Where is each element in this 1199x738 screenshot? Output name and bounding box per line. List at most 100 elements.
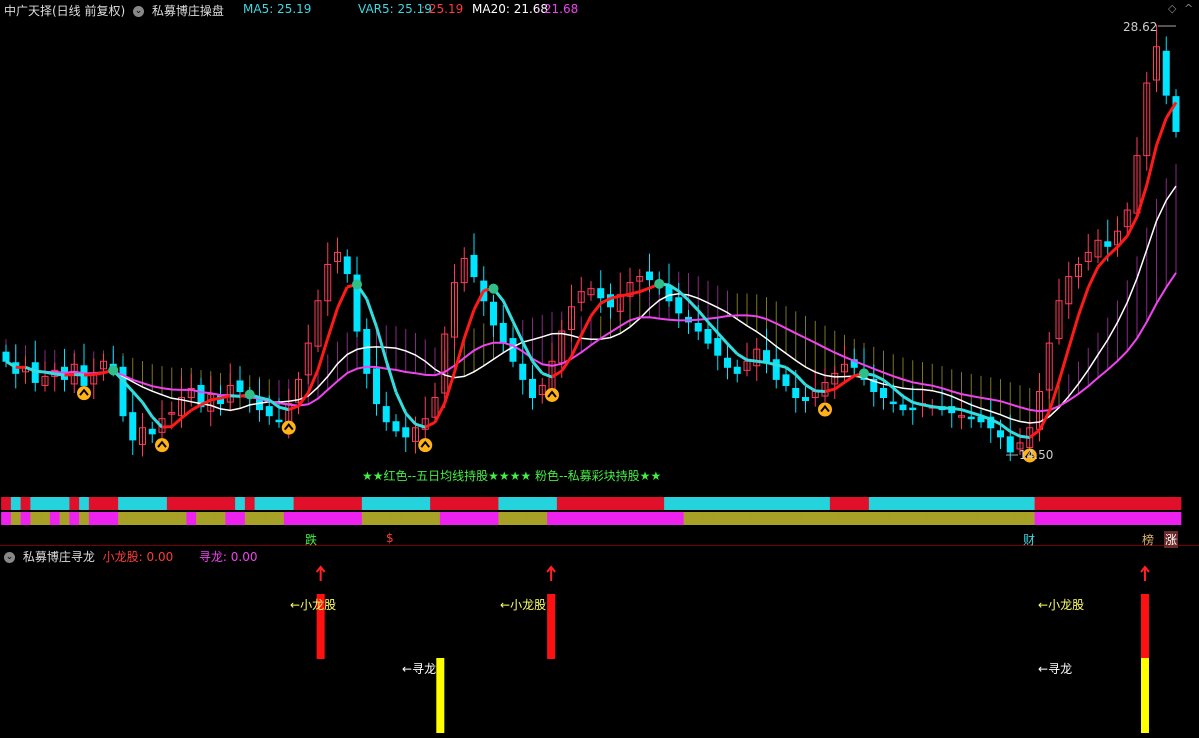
- trend-band-cell: [196, 497, 207, 510]
- ma5-line-segment: [629, 290, 641, 296]
- chevron-down-icon[interactable]: ⌄: [133, 6, 145, 17]
- xiaolong-tag-1: ←小龙股: [290, 598, 337, 612]
- ma5-line-segment: [1009, 430, 1021, 438]
- hold-band-cell: [859, 512, 870, 525]
- sub-indicator-name[interactable]: 私募博庄寻龙: [23, 550, 95, 564]
- buy-signal-icon: [418, 438, 433, 453]
- buy-signal-circle: [418, 438, 433, 453]
- hold-band-cell: [1015, 512, 1026, 525]
- hold-band-cell: [127, 512, 139, 525]
- trend-band-cell: [985, 497, 997, 510]
- trend-band-cell: [888, 497, 899, 510]
- ma5-line-segment: [736, 352, 748, 362]
- hold-band-cell: [712, 512, 724, 525]
- diamond-icon[interactable]: ◇: [1168, 2, 1176, 15]
- trend-band-cell: [498, 497, 509, 510]
- hold-band-cell: [790, 512, 802, 525]
- buy-signal-circle: [545, 387, 559, 402]
- ma5-line-segment: [288, 404, 300, 412]
- hold-band-cell: [1024, 512, 1036, 525]
- trend-band-cell: [478, 497, 490, 510]
- chevron-down-icon[interactable]: ⌄: [4, 552, 15, 563]
- ma5-line-segment: [726, 342, 739, 356]
- candle-body: [265, 406, 273, 417]
- hold-band-cell: [166, 512, 178, 525]
- trend-band-cell: [118, 497, 129, 510]
- candle-body: [889, 401, 897, 405]
- trend-band-cell: [322, 497, 334, 510]
- marker-bang: 榜: [1142, 533, 1155, 547]
- candle-body: [782, 374, 790, 386]
- ma5-line-segment: [1077, 286, 1090, 316]
- candle-body: [704, 329, 712, 344]
- hold-band-cell: [59, 512, 70, 525]
- trend-band-cell: [49, 497, 61, 510]
- ma5-line-segment: [131, 390, 144, 404]
- hold-band-cell: [966, 512, 977, 525]
- trend-band-cell: [30, 497, 41, 510]
- candle-body: [499, 322, 507, 344]
- candle-body: [129, 412, 137, 441]
- ma5-line-segment: [462, 309, 476, 339]
- hold-band-cell: [1122, 512, 1133, 525]
- trend-band-cell: [1122, 497, 1133, 510]
- trend-band-cell: [459, 497, 470, 510]
- trend-band-cell: [868, 497, 880, 510]
- ma5-line-segment: [384, 360, 398, 393]
- hold-band-cell: [556, 512, 568, 525]
- stock-title[interactable]: 中广天择(日线 前复权): [4, 4, 125, 18]
- trend-band-cell: [1015, 497, 1026, 510]
- hold-band-cell: [673, 512, 685, 525]
- candle-body: [529, 378, 536, 399]
- hold-band-cell: [722, 512, 733, 525]
- trend-band-cell: [1034, 497, 1045, 510]
- indicator-name[interactable]: 私募博庄操盘: [152, 4, 224, 18]
- trend-band-cell: [69, 497, 80, 510]
- hold-band-cell: [829, 512, 841, 525]
- hold-band-cell: [400, 512, 412, 525]
- hold-band-cell: [742, 512, 753, 525]
- hold-band-cell: [332, 512, 343, 525]
- trend-band-cell: [898, 497, 909, 510]
- hold-band-cell: [293, 512, 304, 525]
- candle-body: [597, 288, 605, 299]
- ma5-line-segment: [433, 402, 447, 424]
- trend-band-cell: [293, 497, 304, 510]
- sub-indicator-chart[interactable]: [0, 545, 1199, 738]
- ma5-line-segment: [35, 369, 46, 374]
- marker-cai: 财: [1023, 533, 1036, 547]
- trend-band-cell: [1171, 497, 1182, 510]
- buy-signal-circle: [77, 386, 91, 401]
- hold-band-cell: [693, 512, 704, 525]
- main-price-chart[interactable]: [0, 0, 1199, 545]
- trend-band-cell: [790, 497, 802, 510]
- candle-body: [1006, 436, 1014, 453]
- trend-band-cell: [1093, 497, 1104, 510]
- hold-band-cell: [352, 512, 363, 525]
- hold-band-cell: [147, 512, 158, 525]
- caret-up-icon[interactable]: ^: [1184, 2, 1193, 15]
- trend-band-cell: [410, 497, 421, 510]
- trend-band-cell: [1, 497, 12, 510]
- hold-band-cell: [517, 512, 529, 525]
- hold-band-cell: [410, 512, 421, 525]
- hold-band-cell: [527, 512, 538, 525]
- trend-band-cell: [79, 497, 90, 510]
- trend-band-cell: [742, 497, 753, 510]
- trend-band-cell: [1054, 497, 1065, 510]
- buy-signal-circle: [155, 438, 169, 453]
- ma5-line-segment: [83, 373, 94, 377]
- hold-band-cell: [1151, 512, 1162, 525]
- ma5-line-segment: [951, 406, 962, 412]
- xunlong-readout: 寻龙: 0.00: [198, 550, 258, 564]
- hold-band-cell: [508, 512, 519, 525]
- candle-body: [1104, 241, 1112, 247]
- trend-band-cell: [127, 497, 139, 510]
- sell-signal-icon: [244, 389, 255, 400]
- ma5-line-segment: [932, 405, 943, 410]
- hold-band-cell: [907, 512, 919, 525]
- marker-zhang: 涨: [1164, 531, 1179, 548]
- hold-band-cell: [1073, 512, 1084, 525]
- hold-band-cell: [478, 512, 490, 525]
- hold-band-cell: [595, 512, 607, 525]
